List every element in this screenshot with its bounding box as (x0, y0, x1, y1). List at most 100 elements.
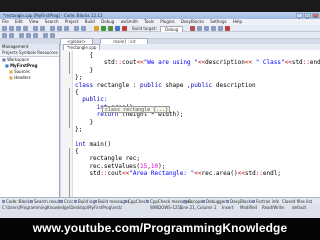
code-token: public (190, 81, 213, 89)
code-token: "We are using " (143, 59, 198, 67)
run-to-cursor-icon[interactable] (197, 26, 202, 31)
code-line[interactable]: rec.setValues(15,10); (75, 163, 320, 170)
code-token: int (75, 140, 86, 148)
youtube-url: www.youtube.com/ProgrammingKnowledge (32, 221, 288, 235)
code-token: }; (75, 74, 83, 82)
next-line-icon[interactable] (204, 26, 209, 31)
code-line[interactable]: { (75, 89, 320, 96)
log-tab-icon (226, 200, 229, 203)
run-icon[interactable] (101, 26, 106, 31)
debug-icon[interactable] (190, 26, 195, 31)
code-line[interactable]: { (75, 148, 320, 155)
code-token: rectangle rec; (75, 155, 141, 163)
code-token: { (75, 88, 79, 96)
menu-item[interactable]: Edit (15, 19, 23, 24)
maximize-icon[interactable]: □ (304, 13, 311, 19)
code-line[interactable]: }; (75, 74, 320, 81)
secondary-toolbar (0, 32, 320, 39)
save-all-icon[interactable] (23, 26, 28, 31)
code-line[interactable]: } (75, 119, 320, 126)
build-and-run-icon[interactable] (108, 26, 113, 31)
build-icon[interactable] (94, 26, 99, 31)
next-bookmark-icon[interactable] (33, 33, 38, 38)
abort-icon[interactable] (122, 26, 127, 31)
code-token: { (75, 52, 94, 59)
menu-item[interactable]: File (2, 19, 9, 24)
code-line[interactable]: int main() (75, 141, 320, 148)
code-line[interactable]: public: (75, 96, 320, 103)
code-token: :: (255, 170, 263, 178)
menu-item[interactable]: Project (65, 19, 79, 24)
menu-item[interactable]: View (29, 19, 39, 24)
code-editor[interactable]: *rectangle.cpp { std::cout<<"We are usin… (61, 44, 320, 204)
code-token: }; (75, 125, 83, 133)
save-icon[interactable] (16, 26, 21, 31)
code-token: rectangle : (93, 81, 141, 89)
menu-item[interactable]: Debug (101, 19, 114, 24)
code-line[interactable]: } (75, 67, 320, 74)
copy-icon[interactable] (57, 26, 62, 31)
code-token: shape , (161, 81, 191, 89)
jump-forward-icon[interactable] (9, 33, 14, 38)
code-token: << (244, 59, 253, 67)
code-line[interactable]: std::cout<<"We are using "<<description<… (75, 59, 320, 66)
code-line[interactable]: { (75, 52, 320, 59)
code-token: rec.setValues( (75, 162, 141, 170)
new-file-icon[interactable] (2, 26, 7, 31)
code-token: " Class" (252, 59, 285, 67)
code-line[interactable]: }; (75, 126, 320, 133)
paste-icon[interactable] (64, 26, 69, 31)
code-token: endl; (262, 170, 281, 178)
tree-item-headers[interactable]: ■ Headers (0, 75, 59, 81)
menu-item[interactable]: wxSmith (121, 19, 138, 24)
cut-icon[interactable] (50, 26, 55, 31)
panel-tabs[interactable]: Projects Symbols Resources (0, 50, 59, 57)
minimize-icon[interactable]: _ (296, 13, 303, 19)
code-token: endl; (309, 59, 320, 67)
log-tab-icon (184, 200, 187, 203)
log-tab-icon (2, 200, 5, 203)
code-token: description (212, 81, 256, 89)
undo-icon[interactable] (33, 26, 38, 31)
stop-debugger-icon[interactable] (225, 26, 230, 31)
close-icon[interactable]: × (312, 13, 319, 19)
log-tab-icon (60, 200, 63, 203)
code-line[interactable]: std::cout<<"Area Rectangle: "<<rec.area(… (75, 170, 320, 177)
menu-item[interactable]: Help (233, 19, 242, 24)
menu-item[interactable]: Build (85, 19, 95, 24)
step-into-icon[interactable] (211, 26, 216, 31)
code-line[interactable]: rectangle rec; (75, 155, 320, 162)
status-mode: Insert (222, 205, 234, 210)
prev-bookmark-icon[interactable] (26, 33, 31, 38)
jump-back-icon[interactable] (2, 33, 7, 38)
menu-item[interactable]: DoxyBlocks (181, 19, 204, 24)
status-profile: default (292, 205, 307, 210)
menu-item[interactable]: Search (45, 19, 59, 24)
match-case-icon[interactable] (43, 33, 48, 38)
status-access: Read/Write (262, 205, 284, 210)
codeblocks-window: *rectangle.cpp [MyFirstProg] - Code::Blo… (0, 12, 320, 218)
redo-icon[interactable] (40, 26, 45, 31)
menu-item[interactable]: Tools (144, 19, 154, 24)
code-token: :: (114, 59, 122, 67)
code-token: :: (100, 170, 108, 178)
find-icon[interactable] (74, 26, 79, 31)
code-text[interactable]: { std::cout<<"We are using "<<descriptio… (75, 52, 320, 202)
replace-icon[interactable] (81, 26, 86, 31)
folder-icon: ■ (9, 69, 13, 74)
code-line[interactable] (75, 133, 320, 140)
code-token: } (75, 66, 94, 74)
code-line[interactable]: class rectangle : public shape ,public d… (75, 82, 320, 89)
toggle-bookmark-icon[interactable] (19, 33, 24, 38)
open-file-icon[interactable] (9, 26, 14, 31)
code-token: << (237, 170, 245, 178)
step-out-icon[interactable] (218, 26, 223, 31)
regex-icon[interactable] (50, 33, 55, 38)
status-file-path: C:\Users\ProgrammingKnowledge\Desktop\My… (2, 205, 122, 210)
rebuild-icon[interactable] (115, 26, 120, 31)
menu-item[interactable]: Settings (210, 19, 226, 24)
menu-item[interactable]: Plugins (160, 19, 174, 24)
video-caption: www.youtube.com/ProgrammingKnowledge (0, 218, 320, 240)
